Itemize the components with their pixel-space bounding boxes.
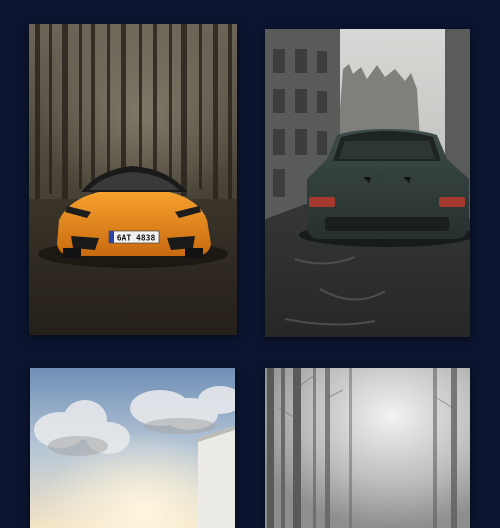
photo-gallery: 6AT 4838 [0,0,500,528]
sky-clouds-image [30,368,235,528]
photo-card-sky-clouds[interactable] [30,368,235,528]
license-plate-text: 6AT 4838 [117,234,156,243]
dark-sports-car-image [265,29,470,337]
photo-card-misty-forest[interactable] [265,368,470,528]
misty-forest-image [265,368,470,528]
photo-card-orange-sports-car[interactable]: 6AT 4838 [29,24,237,335]
orange-sports-car-image: 6AT 4838 [29,24,237,335]
photo-card-dark-sports-car[interactable] [265,29,470,337]
